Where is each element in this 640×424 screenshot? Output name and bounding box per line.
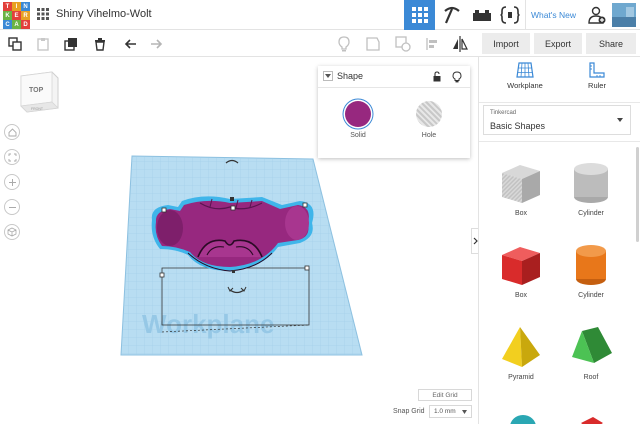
pickaxe-icon[interactable] xyxy=(436,0,467,30)
duplicate-icon[interactable] xyxy=(62,35,79,52)
shape-library-select[interactable]: Tinkercad Basic Shapes xyxy=(483,105,631,135)
resize-handle[interactable] xyxy=(302,202,308,208)
shape-label: Box xyxy=(514,210,528,217)
sidebar-tools: Workplane Ruler xyxy=(479,57,640,103)
copy-icon[interactable] xyxy=(6,35,23,52)
cylinder-shape-icon xyxy=(574,163,608,203)
paste-icon[interactable] xyxy=(34,35,51,52)
panel-collapse-button[interactable] xyxy=(323,71,333,81)
resize-handle[interactable] xyxy=(230,205,236,211)
undo-icon[interactable] xyxy=(121,35,138,52)
shape-cylinder-orange[interactable]: Cylinder xyxy=(566,241,616,313)
chevron-down-icon xyxy=(462,410,467,414)
shape-cylinder-gray[interactable]: Cylinder xyxy=(566,159,616,231)
zoom-out-icon[interactable] xyxy=(4,199,20,215)
cylinder-shape-icon xyxy=(576,245,606,285)
shape-box-red[interactable]: Box xyxy=(496,241,546,313)
import-button[interactable]: Import xyxy=(482,33,530,54)
edit-toolbar: Import Export Share xyxy=(0,30,640,57)
shape-label: Box xyxy=(514,292,528,299)
panel-divider xyxy=(318,87,470,88)
view-cube[interactable]: TOP FRONT xyxy=(18,70,60,116)
box-shape-icon xyxy=(502,165,540,203)
tinkercad-logo[interactable]: T I N K E R C A D xyxy=(3,2,30,29)
logo-letter: N xyxy=(21,2,30,11)
shape-box-gray[interactable]: Box xyxy=(496,159,546,231)
shape-library-source: Tinkercad xyxy=(490,110,517,116)
height-handle[interactable] xyxy=(230,197,234,201)
align-icon[interactable] xyxy=(423,35,440,52)
shape-label: Cylinder xyxy=(578,210,604,217)
shape-inspector-panel: Shape Solid Hole xyxy=(318,66,470,158)
show-hidden-icon[interactable] xyxy=(394,35,411,52)
chevron-down-icon xyxy=(617,118,623,122)
ruler-tool-label: Ruler xyxy=(588,81,606,90)
shape-label: Pyramid xyxy=(508,374,534,381)
solid-label: Solid xyxy=(350,132,366,139)
shape-roof[interactable]: Roof xyxy=(566,323,616,395)
logo-letter: C xyxy=(3,20,12,29)
hole-label: Hole xyxy=(421,132,437,139)
shape-label: Cylinder xyxy=(578,292,604,299)
workplane-tool-label: Workplane xyxy=(507,81,543,90)
note-icon[interactable] xyxy=(335,35,352,52)
top-bar: T I N K E R C A D Shiny Vihelmo-Wolt Wha… xyxy=(0,0,640,30)
workplane-tool[interactable]: Workplane xyxy=(495,61,555,90)
mirror-icon[interactable] xyxy=(451,35,468,52)
logo-letter: D xyxy=(21,20,30,29)
view-cube-top-label: TOP xyxy=(29,87,44,94)
comment-icon[interactable] xyxy=(364,35,381,52)
fit-view-icon[interactable] xyxy=(4,149,20,165)
solid-color-swatch[interactable] xyxy=(345,101,371,127)
roof-shape-icon xyxy=(572,327,612,363)
edit-grid-button[interactable]: Edit Grid xyxy=(418,389,472,401)
logo-letter: E xyxy=(12,11,21,20)
view-cube-front-label: FRONT xyxy=(31,107,44,111)
design-title[interactable]: Shiny Vihelmo-Wolt xyxy=(56,8,152,20)
export-button[interactable]: Export xyxy=(534,33,582,54)
workplane-icon xyxy=(516,62,534,78)
delete-icon[interactable] xyxy=(91,35,108,52)
logo-letter: I xyxy=(12,2,21,11)
hole-swatch[interactable] xyxy=(416,101,442,127)
shape-partial[interactable] xyxy=(509,413,537,424)
add-user-icon[interactable] xyxy=(584,0,610,30)
whats-new-link[interactable]: What's New xyxy=(525,0,581,30)
resize-handle[interactable] xyxy=(304,265,310,271)
shape-pyramid[interactable]: Pyramid xyxy=(496,323,546,395)
resize-handle[interactable] xyxy=(159,272,165,278)
logo-letter: K xyxy=(3,11,12,20)
grid-view-icon[interactable] xyxy=(404,0,435,30)
home-view-icon[interactable] xyxy=(4,124,20,140)
snap-grid-label: Snap Grid xyxy=(393,408,425,415)
lock-icon[interactable] xyxy=(432,71,442,85)
library-divider xyxy=(479,141,640,142)
design-menu-icon[interactable] xyxy=(37,8,49,20)
shape-partial[interactable] xyxy=(579,415,605,424)
ortho-view-icon[interactable] xyxy=(4,224,20,240)
shapes-sidebar: Workplane Ruler Tinkercad Basic Shapes B… xyxy=(478,57,640,424)
avatar[interactable] xyxy=(612,3,636,27)
codeblocks-icon[interactable] xyxy=(494,0,525,30)
snap-grid-select[interactable]: 1.0 mm xyxy=(429,405,472,418)
logo-letter: A xyxy=(12,20,21,29)
ruler-icon xyxy=(589,62,605,78)
shape-library-value: Basic Shapes xyxy=(490,121,546,131)
logo-letter: R xyxy=(21,11,30,20)
box-shape-icon xyxy=(502,247,540,285)
bricks-icon[interactable] xyxy=(466,0,497,30)
resize-handle[interactable] xyxy=(161,207,167,213)
snap-grid-value: 1.0 mm xyxy=(434,408,456,415)
share-button[interactable]: Share xyxy=(586,33,636,54)
zoom-in-icon[interactable] xyxy=(4,174,20,190)
ruler-tool[interactable]: Ruler xyxy=(567,61,627,90)
redo-icon[interactable] xyxy=(148,35,165,52)
sidebar-scrollbar[interactable] xyxy=(636,147,639,242)
panel-title: Shape xyxy=(337,71,364,81)
light-bulb-icon[interactable] xyxy=(452,71,462,86)
resize-handle[interactable] xyxy=(232,270,235,273)
shape-label: Roof xyxy=(583,374,599,381)
pyramid-shape-icon xyxy=(502,327,540,367)
logo-letter: T xyxy=(3,2,12,11)
